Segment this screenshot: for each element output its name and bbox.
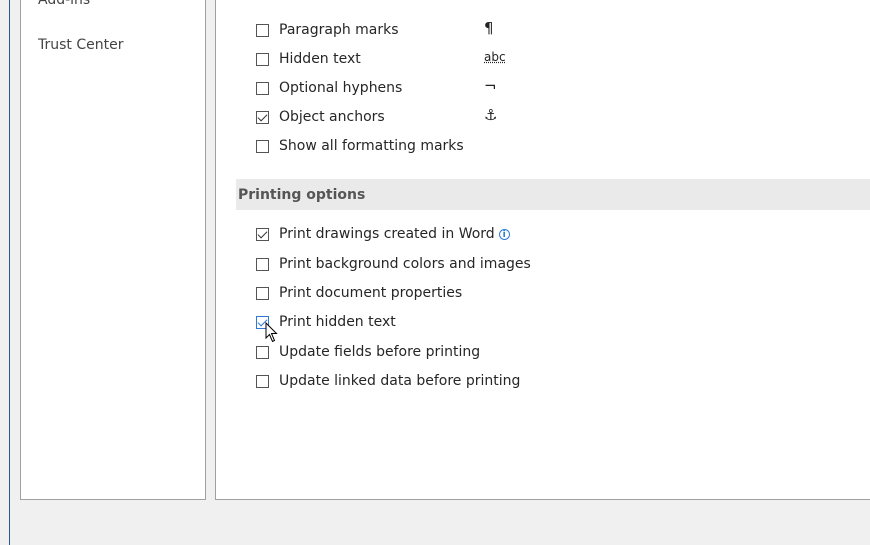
checkbox[interactable] bbox=[256, 139, 269, 153]
option-label: Print document properties bbox=[279, 285, 463, 301]
option-print-drawings[interactable]: Print drawings created in Word i bbox=[256, 224, 510, 244]
checkbox[interactable] bbox=[256, 23, 269, 37]
option-label: Object anchors bbox=[279, 109, 385, 125]
option-label: Print background colors and images bbox=[279, 256, 531, 272]
option-label: Show all formatting marks bbox=[279, 138, 464, 154]
paragraph-mark-icon: ¶ bbox=[484, 19, 494, 37]
options-nav-panel: Add-ins Trust Center bbox=[20, 0, 206, 500]
nav-item-add-ins[interactable]: Add-ins bbox=[38, 0, 90, 8]
option-object-anchors[interactable]: Object anchors bbox=[256, 107, 385, 127]
option-hidden-text[interactable]: Hidden text bbox=[256, 49, 361, 69]
info-icon[interactable]: i bbox=[498, 228, 510, 240]
option-label: Hidden text bbox=[279, 51, 361, 67]
option-update-linked-data[interactable]: Update linked data before printing bbox=[256, 371, 520, 391]
option-update-fields[interactable]: Update fields before printing bbox=[256, 342, 480, 362]
checkbox[interactable] bbox=[256, 286, 269, 300]
option-label: Paragraph marks bbox=[279, 22, 399, 38]
printing-options-header: Printing options bbox=[236, 179, 870, 210]
options-content-panel: Paragraph marks ¶ Hidden text abc Option… bbox=[215, 0, 870, 500]
option-label: Update fields before printing bbox=[279, 344, 481, 360]
checkbox[interactable] bbox=[256, 227, 269, 241]
checkbox[interactable] bbox=[256, 52, 269, 66]
option-show-all-formatting-marks[interactable]: Show all formatting marks bbox=[256, 136, 464, 156]
option-label: Print hidden text bbox=[279, 314, 396, 330]
nav-item-trust-center[interactable]: Trust Center bbox=[38, 37, 123, 53]
checkbox[interactable] bbox=[256, 345, 269, 359]
checkbox[interactable] bbox=[256, 110, 269, 124]
checkbox[interactable] bbox=[256, 81, 269, 95]
checkbox[interactable] bbox=[256, 257, 269, 271]
option-print-background[interactable]: Print background colors and images bbox=[256, 254, 531, 274]
option-label: Update linked data before printing bbox=[279, 373, 521, 389]
option-print-document-properties[interactable]: Print document properties bbox=[256, 283, 462, 303]
checkbox[interactable] bbox=[256, 374, 269, 388]
anchor-icon: ⚓ bbox=[484, 106, 498, 124]
option-label: Print drawings created in Word bbox=[279, 226, 495, 242]
option-label: Optional hyphens bbox=[279, 80, 403, 96]
option-paragraph-marks[interactable]: Paragraph marks bbox=[256, 20, 399, 40]
mouse-pointer-icon bbox=[265, 322, 278, 343]
option-optional-hyphens[interactable]: Optional hyphens bbox=[256, 78, 402, 98]
hidden-text-icon: abc bbox=[484, 50, 506, 64]
window-left-edge bbox=[0, 0, 10, 545]
optional-hyphen-icon: ¬ bbox=[484, 77, 497, 95]
